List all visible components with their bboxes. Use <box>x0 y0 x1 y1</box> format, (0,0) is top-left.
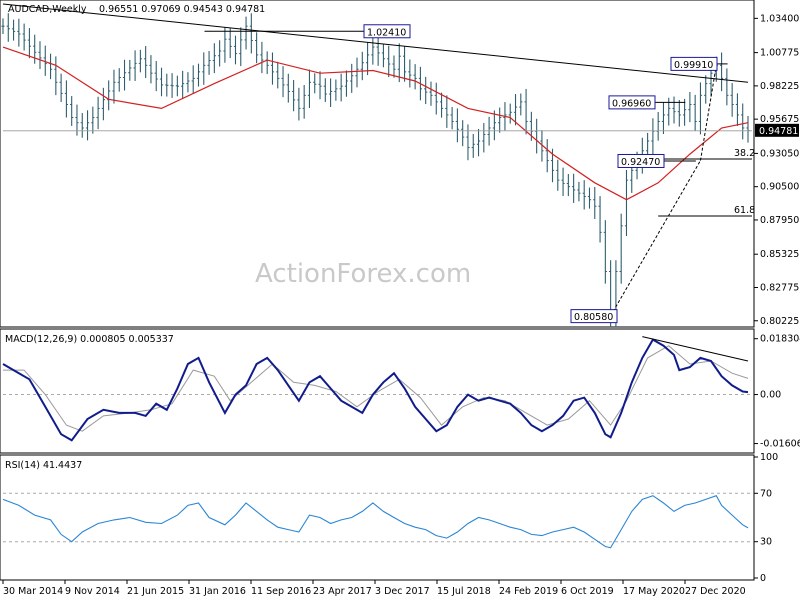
price-y-tick-label: 0.85325 <box>760 249 799 260</box>
key-level-label: 0.80580 <box>574 312 613 323</box>
macd-label: MACD(12,26,9) 0.000805 0.005337 <box>5 334 174 345</box>
x-tick-label: 24 Feb 2019 <box>499 586 558 597</box>
x-tick-label: 17 May 2020 <box>623 586 685 597</box>
fib-level-label: 38.2 <box>734 148 755 159</box>
ohlc-label: 0.96551 0.97069 0.94543 0.94781 <box>99 4 265 15</box>
rsi-y-tick-label: 30 <box>760 537 772 548</box>
x-tick-label: 27 Dec 2020 <box>685 586 746 597</box>
watermark: ActionForex.com <box>255 259 471 289</box>
chart-canvas: ActionForex.com AUDCAD,Weekly 0.96551 0.… <box>0 0 800 600</box>
x-tick-label: 11 Sep 2016 <box>251 586 311 597</box>
current-price-label: 0.94781 <box>759 126 798 137</box>
macd-y-tick-label: 0.00 <box>760 390 781 401</box>
x-tick-label: 30 Mar 2014 <box>3 586 63 597</box>
x-tick-label: 9 Nov 2014 <box>65 586 120 597</box>
x-tick-label: 21 Jun 2015 <box>127 586 184 597</box>
macd-y-tick-label: -0.016064 <box>760 439 800 450</box>
x-tick-label: 15 Jul 2018 <box>437 586 491 597</box>
price-y-tick-label: 0.80225 <box>760 316 799 327</box>
price-y-tick-label: 0.82775 <box>760 282 799 293</box>
x-tick-label: 31 Jan 2016 <box>189 586 246 597</box>
x-tick-label: 3 Dec 2017 <box>375 586 430 597</box>
price-y-tick-label: 1.03400 <box>760 13 799 24</box>
rsi-label: RSI(14) 41.4437 <box>5 460 82 471</box>
price-y-tick-label: 0.98225 <box>760 81 799 92</box>
price-y-tick-label: 0.87950 <box>760 215 799 226</box>
key-level-label: 0.96960 <box>612 98 651 109</box>
key-level-label: 0.99910 <box>674 60 713 71</box>
price-y-tick-label: 0.90500 <box>760 182 799 193</box>
key-level-label: 1.02410 <box>367 27 406 38</box>
rsi-y-tick-label: 100 <box>760 452 778 463</box>
rsi-y-tick-label: 0 <box>760 573 766 584</box>
price-y-tick-label: 0.95675 <box>760 114 799 125</box>
price-y-tick-label: 0.93050 <box>760 148 799 159</box>
x-tick-label: 23 Apr 2017 <box>313 586 372 597</box>
x-tick-label: 6 Oct 2019 <box>561 586 614 597</box>
fib-level-label: 61.8 <box>734 205 755 216</box>
key-level-label: 0.92470 <box>621 157 660 168</box>
price-y-tick-label: 1.00775 <box>760 48 799 59</box>
macd-y-tick-label: 0.018304 <box>760 334 800 345</box>
rsi-y-tick-label: 70 <box>760 488 772 499</box>
background <box>0 0 800 600</box>
